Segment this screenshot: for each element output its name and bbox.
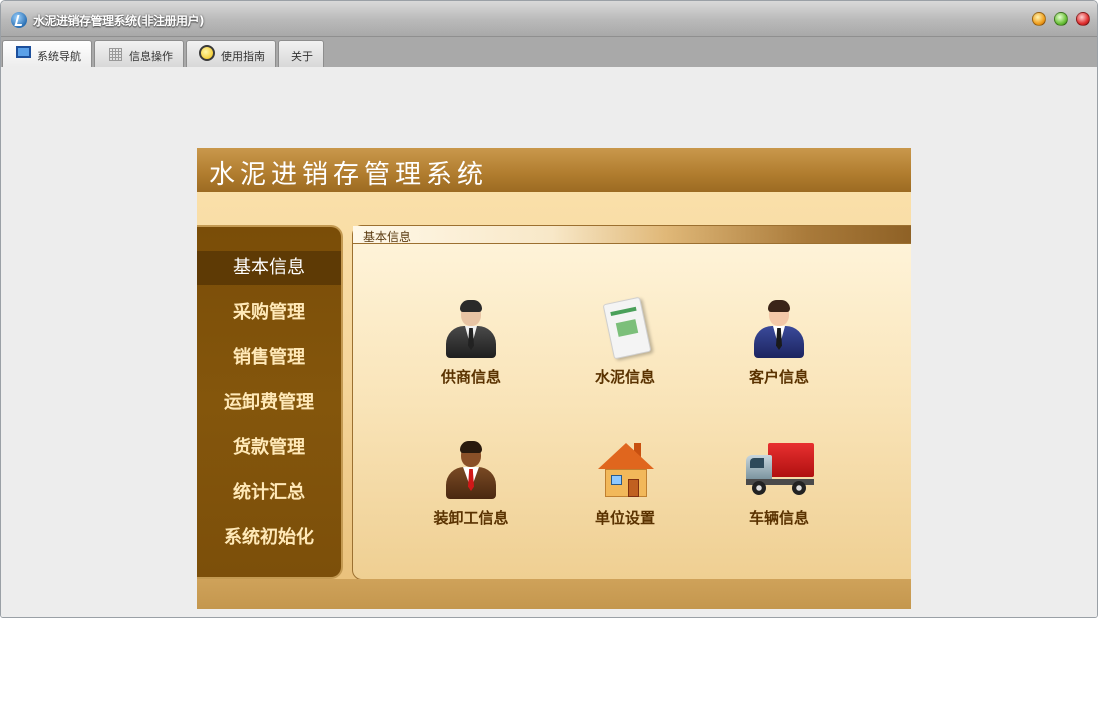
panel-footer bbox=[197, 579, 911, 609]
title-bar[interactable]: 水泥进销存管理系统(非注册用户) bbox=[1, 1, 1097, 37]
item-unit-settings[interactable]: 单位设置 bbox=[565, 439, 685, 539]
tab-label: 关于 bbox=[291, 50, 313, 63]
item-label: 单位设置 bbox=[594, 509, 655, 527]
minimize-button[interactable] bbox=[1032, 12, 1046, 26]
panel-header: 水泥进销存管理系统 bbox=[197, 148, 911, 192]
app-logo-icon bbox=[11, 12, 27, 28]
tab-label: 使用指南 bbox=[221, 50, 265, 63]
menu-item-statistics[interactable]: 统计汇总 bbox=[197, 476, 341, 510]
window-title: 水泥进销存管理系统(非注册用户) bbox=[33, 14, 204, 28]
item-label: 客户信息 bbox=[748, 368, 809, 386]
item-label: 供商信息 bbox=[440, 368, 501, 386]
circle-icon bbox=[199, 45, 215, 61]
content-tab: 基本信息 bbox=[353, 226, 911, 244]
house-icon bbox=[590, 439, 660, 503]
tab-about[interactable]: 关于 bbox=[278, 40, 324, 67]
content-tab-label: 基本信息 bbox=[363, 230, 412, 244]
item-supplier-info[interactable]: 供商信息 bbox=[411, 298, 531, 398]
menu-item-freight[interactable]: 运卸费管理 bbox=[197, 386, 341, 420]
close-button[interactable] bbox=[1076, 12, 1090, 26]
menu-item-basic-info[interactable]: 基本信息 bbox=[197, 251, 341, 285]
tab-info-ops[interactable]: 信息操作 bbox=[94, 40, 184, 67]
app-window: 水泥进销存管理系统(非注册用户) 系统导航 信息操作 使用指南 关于 水泥进销存… bbox=[0, 0, 1098, 618]
tab-user-guide[interactable]: 使用指南 bbox=[186, 40, 276, 67]
content-box: 基本信息 供商信息 水泥信息 客户信息 装卸工信息 单位设置 车辆信息 bbox=[352, 225, 911, 580]
item-label: 装卸工信息 bbox=[433, 509, 509, 527]
menu-item-sales[interactable]: 销售管理 bbox=[197, 341, 341, 375]
main-panel: 水泥进销存管理系统 基本信息 采购管理 销售管理 运卸费管理 货款管理 统计汇总… bbox=[197, 148, 911, 609]
tab-label: 信息操作 bbox=[129, 50, 173, 63]
maximize-button[interactable] bbox=[1054, 12, 1068, 26]
supplier-person-icon bbox=[436, 298, 506, 362]
item-label: 车辆信息 bbox=[748, 509, 809, 527]
tab-label: 系统导航 bbox=[37, 50, 81, 63]
item-loader-info[interactable]: 装卸工信息 bbox=[411, 439, 531, 539]
monitor-icon bbox=[16, 46, 31, 58]
item-vehicle-info[interactable]: 车辆信息 bbox=[719, 439, 839, 539]
panel-title: 水泥进销存管理系统 bbox=[209, 160, 489, 190]
cement-bag-icon bbox=[590, 296, 660, 362]
tab-system-nav[interactable]: 系统导航 bbox=[2, 40, 92, 68]
grid-icon bbox=[109, 48, 122, 61]
customer-person-icon bbox=[744, 298, 814, 362]
menu-item-payment[interactable]: 货款管理 bbox=[197, 431, 341, 465]
item-customer-info[interactable]: 客户信息 bbox=[719, 298, 839, 398]
menu-item-init[interactable]: 系统初始化 bbox=[197, 521, 341, 555]
side-menu: 基本信息 采购管理 销售管理 运卸费管理 货款管理 统计汇总 系统初始化 bbox=[197, 225, 343, 579]
item-cement-info[interactable]: 水泥信息 bbox=[565, 296, 685, 398]
truck-icon bbox=[744, 439, 814, 503]
menu-item-purchase[interactable]: 采购管理 bbox=[197, 296, 341, 330]
item-label: 水泥信息 bbox=[594, 368, 655, 386]
tab-bar: 系统导航 信息操作 使用指南 关于 bbox=[1, 37, 1097, 68]
worker-person-icon bbox=[436, 439, 506, 503]
